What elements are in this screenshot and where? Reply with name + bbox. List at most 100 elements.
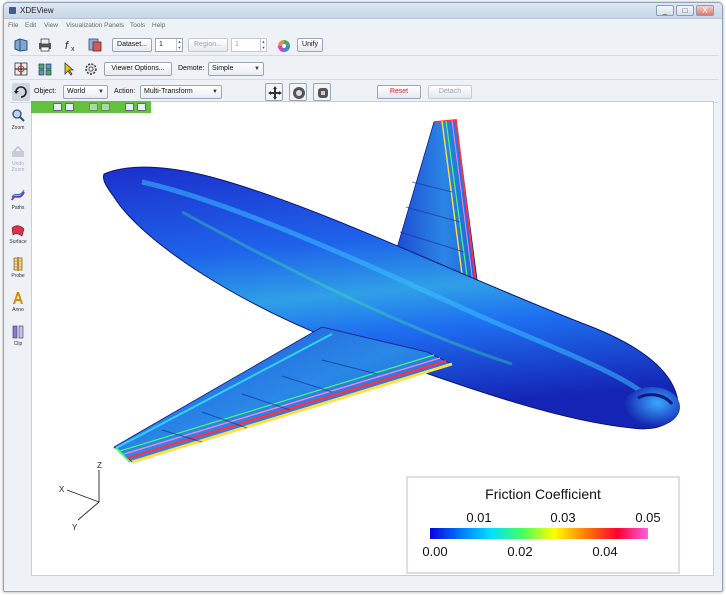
object-select[interactable]: World ▼	[63, 85, 108, 99]
axis-x-label: X	[59, 485, 65, 494]
airplane-render: Z X Y Friction Coefficient 0.01 0.03 0.0…	[59, 119, 680, 574]
spinner-arrows[interactable]: ▲ ▼	[260, 39, 266, 51]
spinner-arrows[interactable]: ▲ ▼	[176, 39, 182, 51]
magnifier-icon	[12, 109, 25, 122]
frame-camera-icon[interactable]	[65, 103, 74, 111]
reset-button[interactable]: Reset	[377, 85, 421, 99]
title-bar: XDEView _ □ X	[4, 3, 722, 19]
frame-float-icon[interactable]	[125, 103, 134, 111]
colorbar	[430, 528, 648, 539]
paths-tool[interactable]: Paths	[6, 188, 30, 222]
viewport-frame-toolbar	[31, 101, 151, 113]
menu-tools[interactable]: Tools	[130, 22, 145, 29]
demote-label: Demote:	[178, 65, 205, 72]
region-value: 1	[235, 41, 239, 48]
frame-layout-icon[interactable]	[53, 103, 62, 111]
tool-sidebar: Zoom Undo Zoom Paths Surface Probe Anno …	[6, 108, 30, 578]
color-wheel-icon[interactable]	[275, 36, 293, 54]
minimize-button[interactable]: _	[656, 5, 674, 16]
region-spinner[interactable]: 1 ▲ ▼	[231, 38, 267, 52]
legend-tick-0.01: 0.01	[466, 510, 491, 525]
status-bar	[6, 577, 714, 587]
legend-tick-0.05: 0.05	[635, 510, 660, 525]
pan-arrows-icon[interactable]	[265, 83, 283, 101]
chevron-down-icon: ▼	[98, 89, 104, 95]
menu-file[interactable]: File	[8, 22, 18, 29]
undo-zoom-tool[interactable]: Undo Zoom	[6, 144, 30, 178]
zoom-tool[interactable]: Zoom	[6, 108, 30, 142]
svg-text:f: f	[65, 40, 69, 52]
frame-unlink-icon[interactable]	[101, 103, 110, 111]
zoom-scale-icon[interactable]	[313, 83, 331, 101]
dataset-button[interactable]: Dataset...	[112, 38, 152, 52]
new-viewer-icon[interactable]	[12, 60, 30, 78]
clip-tool[interactable]: Clip	[6, 324, 30, 358]
legend-tick-0.04: 0.04	[592, 544, 617, 559]
function-icon[interactable]: fx	[62, 36, 80, 54]
main-toolbar: fx Dataset... 1 ▲ ▼ Region... 1 ▲ ▼ Unify	[10, 34, 718, 56]
demote-select[interactable]: Simple ▼	[208, 62, 264, 76]
viewer-options-button[interactable]: Viewer Options...	[104, 62, 172, 76]
legend-title: Friction Coefficient	[485, 486, 601, 502]
rotate-mode-icon[interactable]	[12, 83, 30, 101]
rotate-sphere-icon[interactable]	[289, 83, 307, 101]
legend-tick-0.03: 0.03	[550, 510, 575, 525]
legend-tick-0.02: 0.02	[507, 544, 532, 559]
3d-viewport[interactable]: Z X Y Friction Coefficient 0.01 0.03 0.0…	[31, 101, 714, 576]
surface-tool[interactable]: Surface	[6, 222, 30, 256]
surface-icon	[11, 225, 25, 237]
settings-gear-icon[interactable]	[82, 60, 100, 78]
paths-label: Paths	[11, 205, 25, 211]
surface-label: Surface	[9, 239, 27, 245]
probe-tool[interactable]: Probe	[6, 256, 30, 290]
pointer-icon[interactable]	[60, 60, 78, 78]
unify-button[interactable]: Unify	[297, 38, 323, 52]
annotation-label: Anno	[12, 307, 24, 313]
clip-icon	[12, 325, 24, 339]
frame-grip-icon	[34, 103, 40, 111]
transform-toolbar: Object: World ▼ Action: Multi-Transform …	[10, 81, 718, 103]
undo-zoom-label: Undo Zoom	[11, 161, 25, 173]
detach-button[interactable]: Detach	[428, 85, 472, 99]
menu-bar: File Edit View Visualization Panels Tool…	[4, 20, 722, 32]
axis-triad: Z X Y	[59, 461, 102, 532]
region-button[interactable]: Region...	[188, 38, 228, 52]
action-label: Action:	[114, 88, 136, 95]
print-icon[interactable]	[36, 36, 54, 54]
near-wing	[113, 326, 454, 464]
annotation-icon	[13, 292, 23, 304]
open-file-icon[interactable]	[12, 36, 30, 54]
svg-text:x: x	[71, 46, 75, 53]
close-button[interactable]: X	[696, 5, 714, 16]
menu-view[interactable]: View	[44, 22, 58, 29]
dataset-spinner[interactable]: 1 ▲ ▼	[155, 38, 183, 52]
object-value: World	[67, 88, 86, 95]
color-legend: Friction Coefficient 0.01 0.03 0.05 0.00…	[406, 476, 680, 574]
chevron-down-icon: ▼	[212, 89, 218, 95]
action-select[interactable]: Multi-Transform ▼	[140, 85, 222, 99]
zoom-tool-label: Zoom	[11, 125, 25, 131]
dataset-manager-icon[interactable]	[86, 36, 104, 54]
menu-edit[interactable]: Edit	[25, 22, 36, 29]
chevron-down-icon: ▼	[254, 66, 260, 72]
paths-icon	[11, 189, 25, 201]
layout-grid-icon[interactable]	[36, 60, 54, 78]
window-title: XDEView	[20, 6, 54, 15]
probe-label: Probe	[11, 273, 25, 279]
maximize-button[interactable]: □	[676, 5, 694, 16]
frame-close-icon[interactable]	[137, 103, 146, 111]
legend-tick-0.00: 0.00	[422, 544, 447, 559]
clip-label: Clip	[13, 341, 23, 347]
app-icon	[9, 7, 16, 14]
menu-visualization-panels[interactable]: Visualization Panels	[66, 22, 124, 29]
annotation-tool[interactable]: Anno	[6, 290, 30, 324]
fuselage	[103, 166, 680, 430]
frame-link-icon[interactable]	[89, 103, 98, 111]
dataset-value: 1	[159, 41, 163, 48]
demote-value: Simple	[212, 65, 234, 72]
object-label: Object:	[34, 88, 57, 95]
probe-icon	[13, 257, 23, 271]
undo-zoom-icon	[12, 146, 24, 157]
menu-help[interactable]: Help	[152, 22, 165, 29]
axis-y-label: Y	[72, 523, 78, 532]
